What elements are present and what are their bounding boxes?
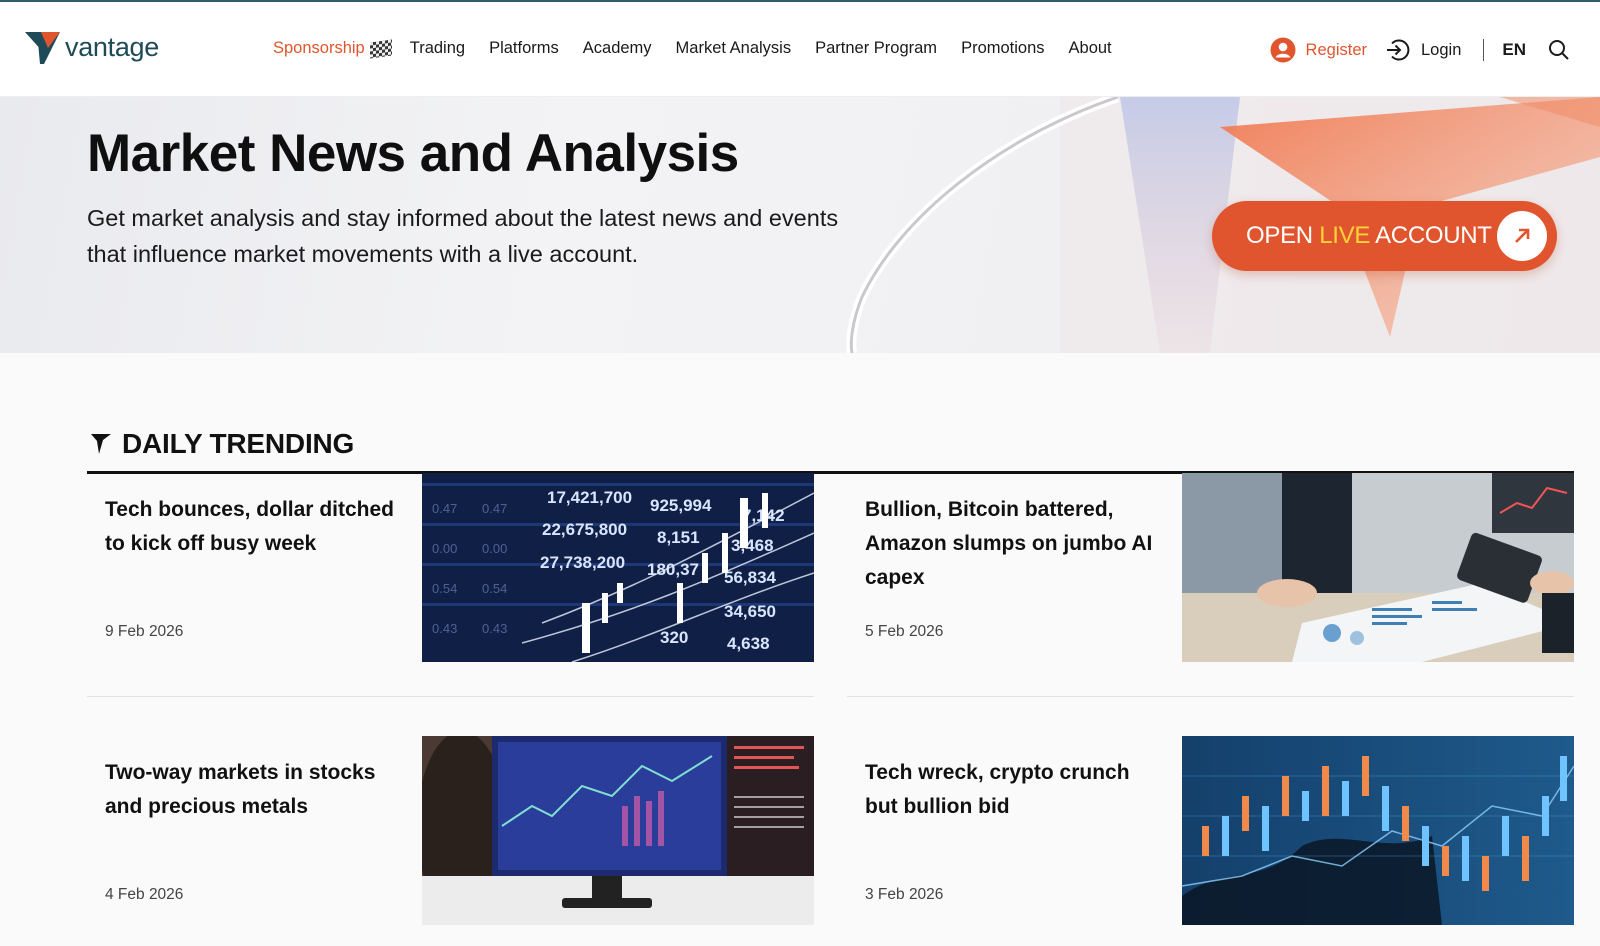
svg-text:22,675,800: 22,675,800 <box>542 520 627 539</box>
login-link[interactable]: Login <box>1385 37 1461 63</box>
svg-text:0.43: 0.43 <box>482 621 507 636</box>
site-header: vantage Sponsorship Trading Platforms Ac… <box>0 2 1600 97</box>
svg-text:0.47: 0.47 <box>432 501 457 516</box>
cta-word-open: OPEN <box>1246 222 1313 249</box>
business-meeting-graphic <box>1182 473 1574 662</box>
nav-promotions[interactable]: Promotions <box>961 39 1044 58</box>
stock-ticker-image[interactable]: 0.47 0.00 0.54 0.43 0.47 0.00 0.54 0.43 17,421… <box>422 473 814 662</box>
nav-separator <box>1483 39 1485 61</box>
nav-sponsorship-label: Sponsorship <box>273 39 365 57</box>
svg-text:180,37: 180,37 <box>647 560 699 579</box>
nav-sponsorship[interactable]: Sponsorship <box>273 38 392 59</box>
article-card[interactable]: Bullion, Bitcoin battered, Amazon slumps… <box>847 473 1574 662</box>
checkered-flag-icon <box>369 38 392 59</box>
nav-academy[interactable]: Academy <box>583 39 652 58</box>
article-title[interactable]: Tech wreck, crypto crunch but bullion bi… <box>865 756 1165 824</box>
sign-in-icon <box>1387 39 1410 61</box>
hero-banner: Market News and Analysis Get market anal… <box>0 97 1600 353</box>
language-selector[interactable]: EN <box>1502 40 1526 60</box>
arrow-up-right-icon <box>1497 211 1547 261</box>
svg-text:17,421,700: 17,421,700 <box>547 488 632 507</box>
article-date: 3 Feb 2026 <box>865 886 944 903</box>
trending-arrow-icon <box>91 434 111 454</box>
trader-monitors-graphic <box>422 736 814 925</box>
article-title[interactable]: Two-way markets in stocks and precious m… <box>105 756 405 824</box>
article-card[interactable]: Tech wreck, crypto crunch but bullion bi… <box>847 736 1574 925</box>
nav-about[interactable]: About <box>1069 39 1112 58</box>
article-date: 5 Feb 2026 <box>865 623 944 640</box>
cta-word-live: LIVE <box>1319 222 1371 249</box>
article-title[interactable]: Tech bounces, dollar ditched to kick off… <box>105 493 405 561</box>
svg-text:320: 320 <box>660 628 688 647</box>
cta-word-account: ACCOUNT <box>1375 222 1492 249</box>
article-date: 4 Feb 2026 <box>105 886 184 903</box>
nav-trading[interactable]: Trading <box>410 39 465 58</box>
svg-text:34,650: 34,650 <box>724 602 776 621</box>
vantage-logo[interactable]: vantage <box>24 28 159 66</box>
article-card[interactable]: Two-way markets in stocks and precious m… <box>87 736 814 925</box>
row-divider <box>87 696 814 697</box>
logo-wordmark: vantage <box>65 31 159 62</box>
nav-market-analysis[interactable]: Market Analysis <box>676 39 792 58</box>
vantage-logo-icon <box>25 32 60 64</box>
article-card[interactable]: Tech bounces, dollar ditched to kick off… <box>87 473 814 662</box>
svg-text:27,738,200: 27,738,200 <box>540 553 625 572</box>
svg-text:0.00: 0.00 <box>432 541 457 556</box>
svg-text:0.43: 0.43 <box>432 621 457 636</box>
article-title[interactable]: Bullion, Bitcoin battered, Amazon slumps… <box>865 493 1165 595</box>
business-meeting-image[interactable] <box>1182 473 1574 662</box>
trader-monitors-image[interactable] <box>422 736 814 925</box>
candlestick-map-graphic <box>1182 736 1574 925</box>
nav-partner-program[interactable]: Partner Program <box>815 39 937 58</box>
svg-text:925,994: 925,994 <box>650 496 712 515</box>
section-title-text: DAILY TRENDING <box>122 428 355 459</box>
cta-label: OPEN LIVE ACCOUNT <box>1246 222 1492 250</box>
svg-text:0.54: 0.54 <box>482 581 507 596</box>
login-label: Login <box>1421 40 1462 59</box>
svg-text:8,151: 8,151 <box>657 528 700 547</box>
main-nav: Sponsorship Trading Platforms Academy Ma… <box>273 38 1136 59</box>
daily-trending-heading: DAILY TRENDING <box>90 428 354 460</box>
nav-platforms[interactable]: Platforms <box>489 39 559 58</box>
open-live-account-button[interactable]: OPEN LIVE ACCOUNT <box>1212 201 1557 271</box>
svg-text:0.54: 0.54 <box>432 581 457 596</box>
account-nav: Register Login EN <box>1270 32 1570 68</box>
register-link[interactable]: Register <box>1270 37 1367 63</box>
svg-text:3,468: 3,468 <box>731 536 774 555</box>
article-date: 9 Feb 2026 <box>105 623 184 640</box>
hero-description: Get market analysis and stay informed ab… <box>87 205 839 267</box>
search-button[interactable] <box>1548 39 1570 61</box>
svg-text:0.00: 0.00 <box>482 541 507 556</box>
candlestick-map-image[interactable] <box>1182 736 1574 925</box>
svg-text:0.47: 0.47 <box>482 501 507 516</box>
register-label: Register <box>1305 40 1367 59</box>
search-icon <box>1549 40 1569 60</box>
svg-text:56,834: 56,834 <box>724 568 777 587</box>
svg-text:4,638: 4,638 <box>727 634 770 653</box>
ticker-board-graphic: 0.47 0.00 0.54 0.43 0.47 0.00 0.54 0.43 17,421… <box>422 473 814 662</box>
user-circle-icon <box>1270 37 1296 63</box>
row-divider <box>847 696 1574 697</box>
page-title: Market News and Analysis <box>87 124 739 183</box>
